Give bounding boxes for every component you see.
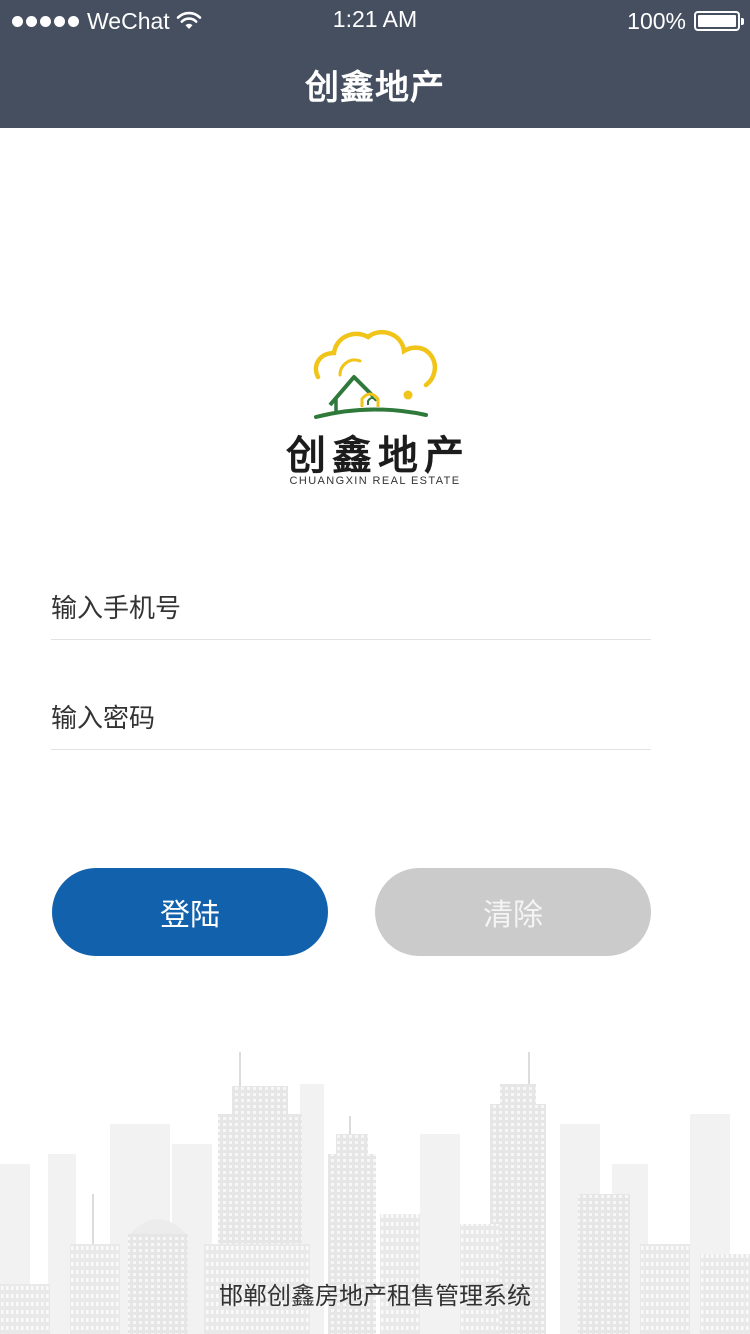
status-bar: WeChat 1:21 AM 100% — [0, 0, 750, 40]
password-input[interactable] — [51, 690, 651, 748]
login-button[interactable]: 登陆 — [52, 868, 328, 956]
phone-field — [51, 580, 651, 640]
top-bar: WeChat 1:21 AM 100% 创鑫地产 — [0, 0, 750, 128]
password-field — [51, 690, 651, 750]
battery-fill — [698, 15, 736, 27]
company-logo: 创鑫地产 CHUANGXIN REAL ESTATE — [280, 325, 470, 495]
logo-emblem-icon — [313, 330, 438, 419]
logo-english-name: CHUANGXIN REAL ESTATE — [289, 475, 461, 487]
battery-percent: 100% — [627, 7, 686, 34]
footer-system-name: 邯郸创鑫房地产租售管理系统 — [219, 1282, 531, 1310]
page-title: 创鑫地产 — [305, 68, 445, 108]
logo-chinese-name: 创鑫地产 — [286, 433, 470, 479]
battery-icon — [694, 11, 744, 31]
clear-button[interactable]: 清除 — [375, 868, 651, 956]
login-screen: WeChat 1:21 AM 100% 创鑫地产 创鑫地产 CHUANGXIN … — [0, 0, 750, 1334]
phone-input[interactable] — [51, 580, 651, 638]
status-right: 100% — [627, 6, 744, 36]
